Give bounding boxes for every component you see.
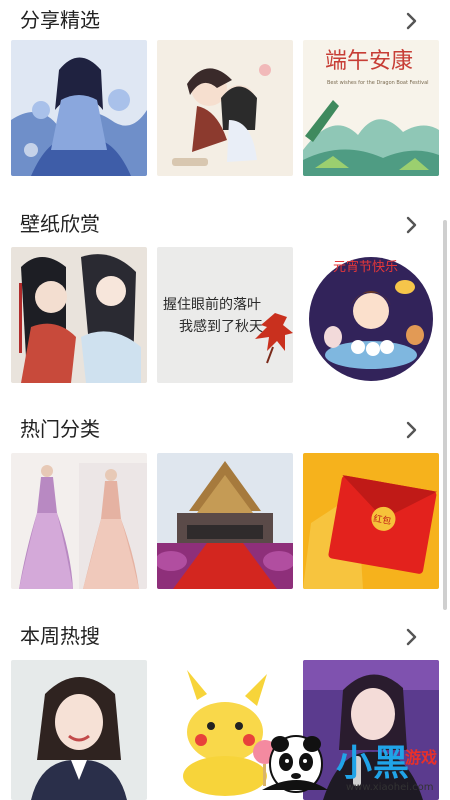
section-title: 热门分类 — [20, 417, 100, 441]
section-header-hot-categories[interactable]: 热门分类 — [0, 415, 450, 455]
thumbnail-wedding-gowns[interactable] — [11, 453, 147, 589]
watermark-url: www.xiaohei.com — [346, 782, 434, 793]
scrollbar[interactable] — [443, 220, 447, 610]
thumbnail-anime-boys[interactable] — [157, 40, 293, 176]
thumbnail-temple[interactable] — [157, 453, 293, 589]
thumbnail-handwriting[interactable]: 握住眼前的落叶 我感到了秋天 — [157, 247, 293, 383]
chevron-right-icon[interactable] — [400, 419, 422, 441]
section-header-weekly-trending[interactable]: 本周热搜 — [0, 622, 450, 662]
thumbnail-red-envelope[interactable]: 红包 — [303, 453, 439, 589]
thumbnail-lantern-festival[interactable]: 元宵节快乐 — [303, 247, 439, 383]
thumbnail-dragon-boat[interactable]: 端午安康 Best wishes for the Dragon Boat Fes… — [303, 40, 439, 176]
thumbnail-actress[interactable] — [11, 660, 147, 800]
thumbnail-anime-girl[interactable] — [11, 40, 147, 176]
dragon-boat-subcaption: Best wishes for the Dragon Boat Festival — [327, 80, 429, 86]
watermark-brand: 小黑 — [336, 743, 411, 784]
handwriting-line-1: 握住眼前的落叶 — [163, 296, 261, 313]
section-header-wallpaper[interactable]: 壁纸欣赏 — [0, 210, 450, 250]
watermark-suffix: 游戏 — [405, 748, 438, 767]
chevron-right-icon[interactable] — [400, 214, 422, 236]
section-title: 本周热搜 — [20, 624, 100, 648]
section-title: 壁纸欣赏 — [20, 212, 100, 236]
lantern-caption: 元宵节快乐 — [333, 259, 398, 275]
dragon-boat-caption: 端午安康 — [325, 49, 413, 74]
chevron-right-icon[interactable] — [400, 10, 422, 32]
thumbnail-anime-men[interactable] — [11, 247, 147, 383]
handwriting-line-2: 我感到了秋天 — [179, 318, 263, 335]
section-title: 分享精选 — [20, 8, 100, 32]
chevron-right-icon[interactable] — [400, 626, 422, 648]
